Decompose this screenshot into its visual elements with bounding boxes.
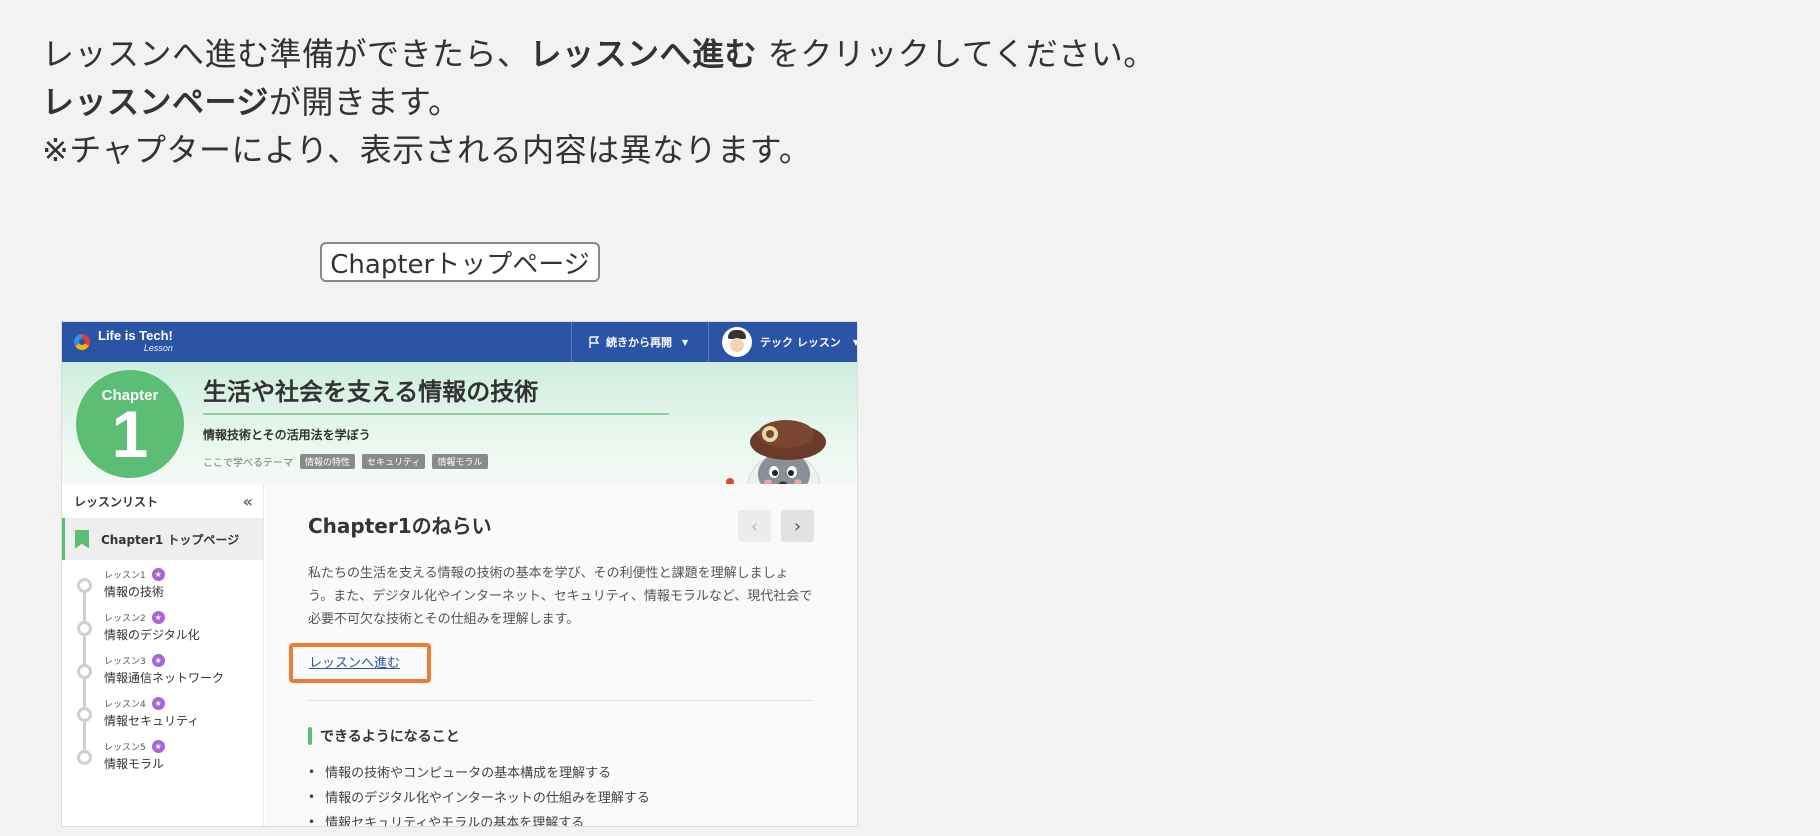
lesson-number: レッスン2 [104, 614, 146, 624]
prev-button[interactable]: ‹ [738, 510, 771, 542]
sidebar-item-lesson4[interactable]: レッスン4 ★ 情報セキュリティ [62, 694, 263, 737]
star-icon: ★ [151, 568, 165, 581]
aim-description: 私たちの生活を支える情報の技術の基本を学び、その利便性と課題を理解しましょう。ま… [308, 566, 813, 627]
chapter-title: 生活や社会を支える情報の技術 [203, 378, 539, 406]
lesson-number-row: レッスン4 ★ [104, 694, 263, 710]
logo-subtitle: Lesson [143, 343, 173, 353]
sidebar-item-label: Chapter1 トップページ [101, 532, 240, 547]
themes-row: ここで学べるテーマ 情報の特性 セキュリティ 情報モラル [203, 454, 488, 469]
star-icon: ★ [151, 611, 165, 624]
instruction-line1-post: をクリックしてください。 [757, 35, 1156, 73]
bookmark-icon [75, 529, 89, 549]
lesson-name: 情報のデジタル化 [104, 628, 200, 642]
lesson-name: 情報通信ネットワーク [104, 671, 225, 685]
progress-node-icon [77, 621, 92, 636]
user-name: テック レッスン [760, 336, 841, 349]
logo-mark-icon [74, 334, 90, 350]
sidebar-item-lesson2[interactable]: レッスン2 ★ 情報のデジタル化 [62, 608, 263, 651]
star-icon: ★ [151, 654, 165, 667]
progress-node-icon [77, 707, 92, 722]
sidebar-item-lesson5[interactable]: レッスン5 ★ 情報モラル [62, 737, 263, 780]
instruction-line1-bold: レッスンへ進む [529, 35, 758, 73]
lesson-number: レッスン3 [104, 657, 146, 667]
chapter-banner: Chapter 1 生活や社会を支える情報の技術 情報技術とその活用法を学ぼう … [62, 362, 857, 528]
logo-title: Life is Tech! [98, 328, 173, 343]
chapter-main-content: Chapter1のねらい ‹ › 私たちの生活を支える情報の技術の基本を学び、そ… [265, 484, 857, 826]
instruction-line2-post: が開きます。 [268, 83, 461, 121]
page-label: Chapterトップページ [320, 242, 600, 282]
top-bar: Life is Tech! Lesson 続きから再開 ▼ テック レッスン ▼ [62, 322, 857, 362]
lesson-number: レッスン4 [104, 700, 146, 710]
logo[interactable]: Life is Tech! Lesson [74, 329, 173, 355]
heading-accent-bar [308, 727, 312, 745]
next-button[interactable]: › [781, 510, 814, 542]
go-to-lesson-link[interactable]: レッスンへ進む [309, 652, 400, 671]
lesson-number-row: レッスン5 ★ [104, 737, 263, 753]
instruction-line3: ※チャプターにより、表示される内容は異なります。 [42, 131, 812, 169]
flag-icon [589, 335, 600, 348]
sidebar-header: レッスンリスト « [62, 484, 263, 518]
instruction-line1-pre: レッスンへ進む準備ができたら、 [42, 35, 530, 73]
sidebar-item-chapter-top[interactable]: Chapter1 トップページ [62, 518, 263, 560]
user-menu[interactable]: テック レッスン ▼ [722, 322, 857, 362]
lesson-number-row: レッスン2 ★ [104, 608, 263, 624]
collapse-icon[interactable]: « [243, 492, 253, 511]
list-item: 情報セキュリティやモラルの基本を理解する [308, 809, 650, 826]
chevron-down-icon: ▼ [682, 337, 689, 347]
sidebar-item-lesson3[interactable]: レッスン3 ★ 情報通信ネットワーク [62, 651, 263, 694]
lesson-list: レッスン1 ★ 情報の技術 レッスン2 ★ 情報のデジタル化 レッスン3 ★ 情報通信… [62, 560, 263, 780]
sidebar-item-lesson1[interactable]: レッスン1 ★ 情報の技術 [62, 565, 263, 608]
title-underline [203, 413, 669, 415]
sidebar-title: レッスンリスト [74, 494, 159, 509]
chapter-subtitle: 情報技術とその活用法を学ぼう [203, 428, 371, 442]
theme-tag: セキュリティ [362, 454, 426, 469]
themes-label: ここで学べるテーマ [203, 458, 293, 469]
theme-tag: 情報モラル [432, 454, 488, 469]
logo-text: Life is Tech! Lesson [98, 328, 173, 354]
instruction-line2-bold: レッスンページ [42, 83, 269, 121]
star-icon: ★ [151, 697, 165, 710]
progress-node-icon [77, 750, 92, 765]
theme-tag: 情報の特性 [300, 454, 356, 469]
lesson-name: 情報モラル [104, 757, 165, 771]
can-do-title: できるようになること [320, 729, 460, 745]
list-item: 情報の技術やコンピュータの基本構成を理解する [308, 759, 650, 784]
instruction-text: レッスンへ進む準備ができたら、レッスンへ進む をクリックしてください。 レッスン… [42, 30, 1156, 174]
chapter-number: 1 [111, 397, 149, 471]
resume-button[interactable]: 続きから再開 ▼ [571, 322, 709, 362]
lesson-number: レッスン5 [104, 743, 146, 753]
lesson-number: レッスン1 [104, 571, 146, 581]
avatar [722, 327, 752, 357]
star-icon: ★ [151, 740, 165, 753]
divider [308, 700, 813, 701]
lesson-sidebar: レッスンリスト « Chapter1 トップページ レッスン1 ★ 情報の技術 レ… [62, 484, 264, 826]
chevron-left-icon: ‹ [750, 515, 759, 537]
aim-title: Chapter1のねらい [308, 514, 492, 538]
screenshot-frame: Life is Tech! Lesson 続きから再開 ▼ テック レッスン ▼… [61, 321, 858, 827]
goals-list: 情報の技術やコンピュータの基本構成を理解する 情報のデジタル化やインターネットの… [308, 759, 650, 826]
lesson-name: 情報の技術 [104, 585, 165, 599]
chevron-down-icon: ▼ [853, 338, 857, 347]
lesson-name: 情報セキュリティ [104, 714, 200, 728]
resume-label: 続きから再開 [606, 336, 672, 349]
progress-node-icon [77, 664, 92, 679]
progress-node-icon [77, 578, 92, 593]
lesson-number-row: レッスン1 ★ [104, 565, 263, 581]
lesson-number-row: レッスン3 ★ [104, 651, 263, 667]
chevron-right-icon: › [793, 515, 802, 537]
chapter-badge: Chapter 1 [76, 370, 184, 478]
can-do-heading: できるようになること [308, 726, 460, 746]
list-item: 情報のデジタル化やインターネットの仕組みを理解する [308, 784, 650, 809]
